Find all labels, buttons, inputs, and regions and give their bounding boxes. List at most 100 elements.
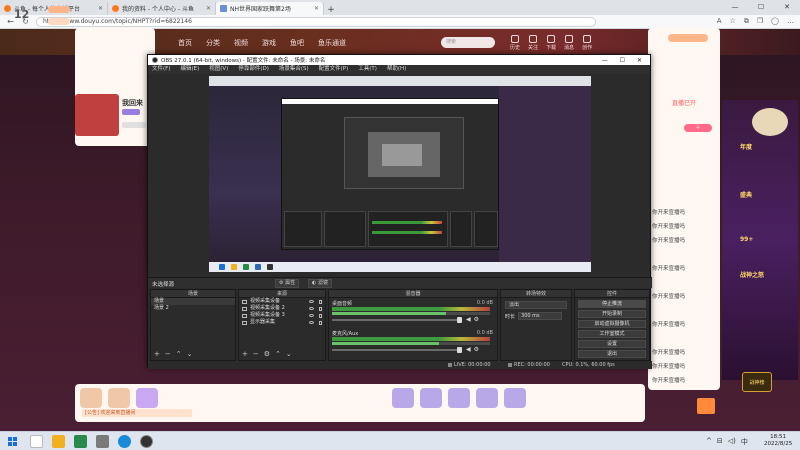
maximize-icon[interactable]: ☐ — [620, 57, 625, 64]
url-input[interactable]: https://www.douyu.com/topic/NHPT?rid=682… — [36, 16, 596, 27]
remove-icon[interactable]: − — [253, 350, 259, 358]
settings-button[interactable]: 设置 — [578, 340, 646, 348]
visibility-eye-icon[interactable] — [309, 314, 314, 317]
gear-icon[interactable]: ⚙ — [474, 316, 479, 323]
lock-icon[interactable] — [319, 313, 322, 318]
virtual-camera-button[interactable]: 启动虚拟摄像机 — [578, 320, 646, 328]
tray-expand-icon[interactable]: ^ — [706, 437, 712, 447]
chat-panel-tab[interactable] — [668, 34, 708, 42]
browser-tab-2[interactable]: 我的资料 - 个人中心 - 斗鱼 ✕ — [108, 2, 216, 15]
gift-item[interactable] — [392, 388, 414, 408]
move-up-icon[interactable]: ⌃ — [176, 350, 182, 358]
menu-tools[interactable]: 工具(T) — [358, 65, 377, 74]
source-item[interactable]: 显示器采集 — [239, 319, 325, 326]
maximize-icon[interactable]: ☐ — [748, 0, 774, 15]
minimize-icon[interactable]: — — [722, 0, 748, 15]
gift-item[interactable] — [108, 388, 130, 408]
close-icon[interactable]: ✕ — [774, 0, 800, 15]
menu-help[interactable]: 帮助(H) — [387, 65, 406, 74]
move-down-icon[interactable]: ⌄ — [286, 350, 292, 358]
close-tab-icon[interactable]: ✕ — [98, 5, 103, 12]
exit-button[interactable]: 退出 — [578, 350, 646, 358]
gift-item[interactable] — [476, 388, 498, 408]
menu-profile[interactable]: 配置文件(P) — [319, 65, 349, 74]
nav-item[interactable]: 鱼吧 — [290, 38, 304, 48]
source-item[interactable]: 视频采集设备 — [239, 298, 325, 305]
history-button[interactable]: 历史 — [510, 35, 520, 51]
nav-item[interactable]: 分类 — [206, 38, 220, 48]
taskbar-clock[interactable]: 18:51 2022/8/25 — [764, 434, 792, 448]
add-icon[interactable]: + — [154, 350, 160, 358]
message-button[interactable]: 消息 — [564, 35, 574, 51]
follow-button[interactable]: 关注 — [528, 35, 538, 51]
anchor-avatar[interactable] — [75, 94, 119, 136]
extensions-icon[interactable]: ⧉ — [744, 17, 749, 26]
volume-slider[interactable] — [332, 349, 460, 351]
remove-icon[interactable]: − — [165, 350, 171, 358]
scene-item[interactable]: 场景 2 — [151, 305, 235, 312]
move-up-icon[interactable]: ⌃ — [275, 350, 281, 358]
source-item[interactable]: 视频采集设备 2 — [239, 305, 325, 312]
menu-file[interactable]: 文件(F) — [152, 65, 170, 74]
favorite-star-icon[interactable]: ☆ — [730, 17, 736, 26]
edge-app-icon[interactable] — [118, 435, 131, 448]
nav-item[interactable]: 视频 — [234, 38, 248, 48]
menu-scene-collection[interactable]: 场景集合(S) — [279, 65, 309, 74]
nav-item[interactable]: 鱼乐通道 — [318, 38, 346, 48]
obs-app-icon[interactable] — [140, 435, 153, 448]
new-tab-icon[interactable]: + — [324, 5, 338, 15]
speaker-icon[interactable]: ◀ — [466, 316, 471, 323]
menu-view[interactable]: 视图(V) — [209, 65, 228, 74]
add-icon[interactable]: + — [242, 350, 248, 358]
read-aloud-icon[interactable]: A — [717, 17, 722, 26]
follow-anchor-button[interactable]: ＋ — [684, 124, 712, 132]
volume-icon[interactable]: ◁) — [728, 437, 736, 447]
properties-button[interactable]: ⚙ 属性 — [275, 279, 300, 288]
nav-item[interactable]: 首页 — [178, 38, 192, 48]
studio-mode-button[interactable]: 工作室模式 — [578, 330, 646, 338]
volume-slider-handle[interactable] — [457, 347, 462, 353]
close-tab-icon[interactable]: ✕ — [206, 5, 211, 12]
obs-preview[interactable] — [209, 76, 591, 272]
visibility-eye-icon[interactable] — [309, 300, 314, 303]
gift-item[interactable] — [136, 388, 158, 408]
minimize-icon[interactable]: — — [602, 57, 608, 64]
network-icon[interactable]: ⊟ — [717, 437, 723, 447]
browser-tab-3[interactable]: NH世界国家跃舞第2场 ✕ — [216, 2, 324, 15]
chat-app-icon[interactable] — [74, 435, 87, 448]
profile-icon[interactable]: ◯ — [771, 17, 779, 26]
lock-icon[interactable] — [319, 320, 322, 325]
lock-icon[interactable] — [319, 306, 322, 311]
volume-slider-handle[interactable] — [457, 317, 462, 323]
download-button[interactable]: 下载 — [546, 35, 556, 51]
source-item[interactable]: 视频采集设备 3 — [239, 312, 325, 319]
gift-item[interactable] — [504, 388, 526, 408]
event-banner[interactable] — [722, 100, 798, 380]
scene-item[interactable]: 场景 — [151, 298, 235, 305]
close-tab-icon[interactable]: ✕ — [314, 5, 319, 12]
stop-streaming-button[interactable]: 停止推流 — [578, 300, 646, 308]
filters-button[interactable]: ◐ 滤镜 — [308, 279, 332, 288]
gift-item[interactable] — [80, 388, 102, 408]
app-icon[interactable] — [96, 435, 109, 448]
move-down-icon[interactable]: ⌄ — [187, 350, 193, 358]
gift-item[interactable] — [420, 388, 442, 408]
collections-icon[interactable]: ❐ — [757, 17, 763, 26]
transition-type-select[interactable]: 淡出 — [505, 301, 567, 309]
create-button[interactable]: 创作 — [582, 35, 592, 51]
lock-icon[interactable] — [319, 299, 322, 304]
ime-icon[interactable]: 中 — [741, 437, 748, 447]
send-chat-button[interactable] — [697, 398, 715, 414]
speaker-icon[interactable]: ◀ — [466, 346, 471, 353]
more-icon[interactable]: … — [787, 17, 794, 26]
duration-input[interactable]: 300 ms — [518, 312, 563, 320]
volume-slider[interactable] — [332, 319, 460, 321]
close-icon[interactable]: ✕ — [637, 57, 642, 64]
explorer-app-icon[interactable] — [52, 435, 65, 448]
gear-icon[interactable]: ⚙ — [474, 346, 479, 353]
nav-item[interactable]: 游戏 — [262, 38, 276, 48]
menu-docks[interactable]: 停靠部件(D) — [238, 65, 269, 74]
gear-icon[interactable]: ⚙ — [264, 350, 270, 358]
rank-badge[interactable]: 战神榜 — [742, 372, 772, 392]
visibility-eye-icon[interactable] — [309, 321, 314, 324]
